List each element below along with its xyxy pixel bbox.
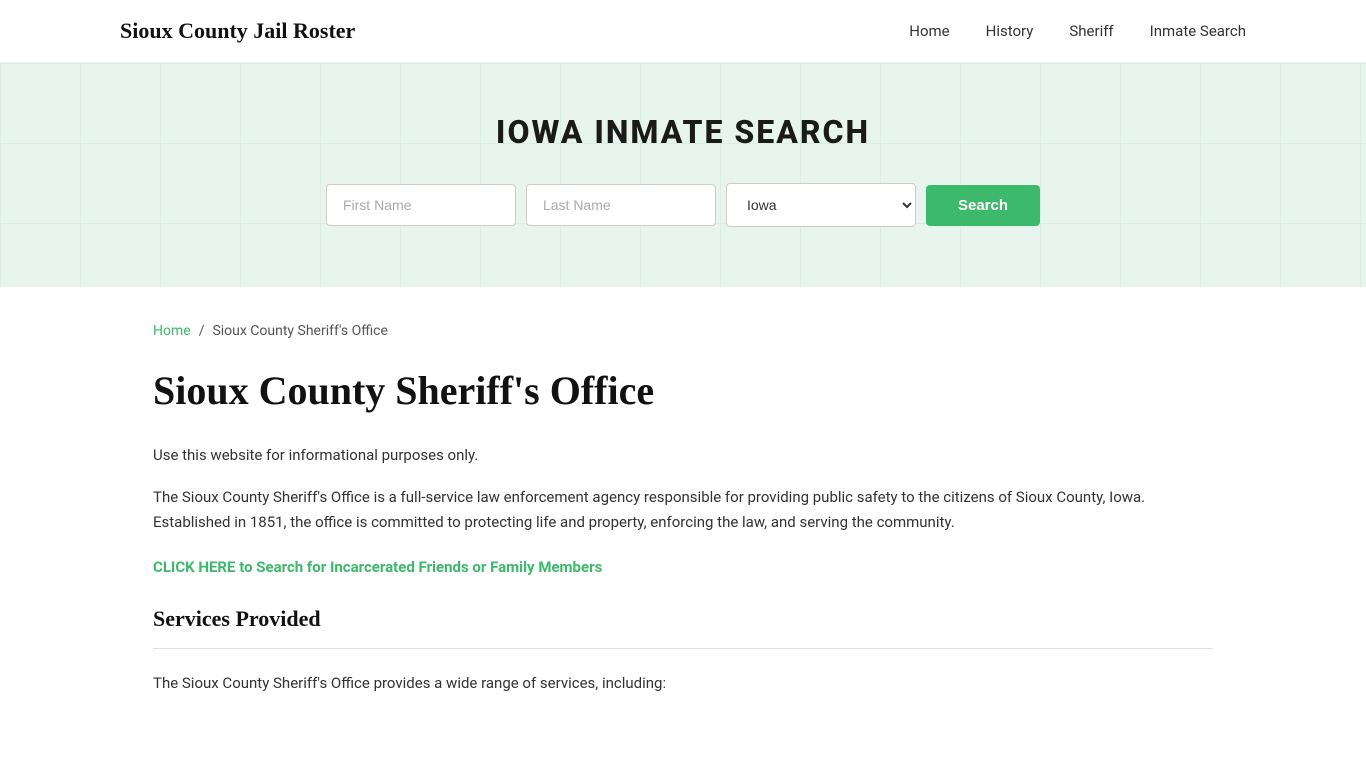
- description-text: The Sioux County Sheriff's Office is a f…: [153, 485, 1213, 536]
- breadcrumb-current: Sioux County Sheriff's Office: [212, 323, 387, 339]
- page-title: Sioux County Sheriff's Office: [153, 367, 1213, 415]
- breadcrumb-separator: /: [199, 323, 205, 339]
- search-button[interactable]: Search: [926, 185, 1040, 226]
- cta-search-link[interactable]: CLICK HERE to Search for Incarcerated Fr…: [153, 558, 1213, 576]
- main-nav: Home History Sheriff Inmate Search: [909, 22, 1246, 40]
- section-divider: [153, 648, 1213, 649]
- site-header: Sioux County Jail Roster Home History Sh…: [0, 0, 1366, 63]
- last-name-input[interactable]: [526, 184, 716, 226]
- nav-history[interactable]: History: [986, 22, 1034, 40]
- inmate-search-form: Iowa Nebraska South Dakota Minnesota Wis…: [20, 183, 1346, 227]
- services-intro-text: The Sioux County Sheriff's Office provid…: [153, 671, 1213, 697]
- main-content: Home / Sioux County Sheriff's Office Sio…: [113, 287, 1253, 736]
- services-heading: Services Provided: [153, 606, 1213, 632]
- breadcrumb-home[interactable]: Home: [153, 323, 191, 339]
- hero-banner: IOWA INMATE SEARCH Iowa Nebraska South D…: [0, 63, 1366, 287]
- nav-sheriff[interactable]: Sheriff: [1069, 22, 1113, 40]
- first-name-input[interactable]: [326, 184, 516, 226]
- nav-home[interactable]: Home: [909, 22, 949, 40]
- intro-text: Use this website for informational purpo…: [153, 443, 1213, 469]
- nav-inmate-search[interactable]: Inmate Search: [1150, 22, 1246, 40]
- site-title: Sioux County Jail Roster: [120, 18, 355, 44]
- hero-title: IOWA INMATE SEARCH: [20, 113, 1346, 151]
- breadcrumb: Home / Sioux County Sheriff's Office: [153, 323, 1213, 339]
- state-select[interactable]: Iowa Nebraska South Dakota Minnesota Wis…: [726, 183, 916, 227]
